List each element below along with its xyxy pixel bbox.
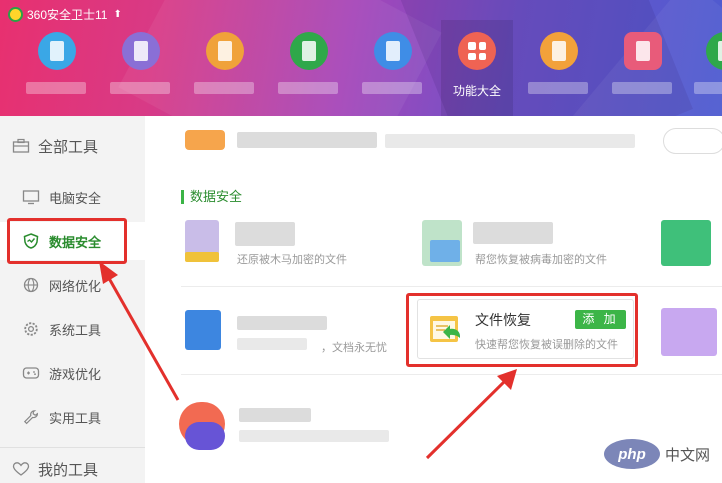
sidebar-all-tools-label: 全部工具 bbox=[38, 138, 99, 156]
tool-name-blurred bbox=[237, 316, 327, 330]
nav-icon-3 bbox=[206, 32, 244, 70]
tool-desc: 还原被木马加密的文件 bbox=[237, 254, 347, 266]
nav-icon-7 bbox=[540, 32, 578, 70]
nav-icon-5 bbox=[374, 32, 412, 70]
sidebar-item-label: 网络优化 bbox=[49, 278, 102, 294]
nav-icon-9 bbox=[706, 32, 722, 70]
sidebar-item-practical-tools[interactable]: 实用工具 bbox=[0, 398, 145, 436]
gear-icon bbox=[24, 322, 38, 336]
heart-icon bbox=[12, 462, 30, 476]
nav-item-3[interactable] bbox=[188, 28, 260, 108]
nav-item-2[interactable] bbox=[104, 28, 176, 108]
tool-desc-blurred bbox=[237, 338, 307, 350]
sidebar-item-computer-security[interactable]: 电脑安全 bbox=[0, 178, 145, 216]
sidebar-item-label: 电脑安全 bbox=[49, 190, 102, 206]
sidebar-item-game-optimize[interactable]: 游戏优化 bbox=[0, 354, 145, 392]
globe-icon bbox=[23, 277, 39, 293]
nav-label-blurred bbox=[694, 82, 722, 94]
sidebar-item-label: 系统工具 bbox=[49, 322, 102, 338]
tool-desc: ，文档永无忧 bbox=[321, 342, 387, 354]
watermark-text: 中文网 bbox=[665, 446, 711, 464]
nav-icon-1 bbox=[38, 32, 76, 70]
tool-action-blurred[interactable] bbox=[663, 128, 722, 154]
tool-icon-blurred bbox=[661, 308, 717, 356]
row-divider bbox=[181, 286, 722, 287]
nav-item-all-functions[interactable]: 功能大全 bbox=[441, 20, 513, 116]
tool-desc-blurred bbox=[385, 134, 635, 148]
nav-item-7[interactable] bbox=[522, 28, 594, 108]
tool-name-blurred bbox=[235, 222, 295, 246]
app-logo-icon bbox=[8, 6, 23, 22]
watermark: php 中文网 bbox=[604, 438, 718, 470]
grid-icon bbox=[458, 32, 496, 70]
tool-desc-blurred bbox=[239, 430, 389, 442]
upgrade-arrow-icon[interactable]: ⬆ bbox=[113, 9, 121, 20]
nav-item-1[interactable] bbox=[20, 28, 92, 108]
nav-label-blurred bbox=[362, 82, 422, 94]
tool-name-blurred bbox=[237, 132, 377, 148]
header-bar: 360安全卫士11 ⬆ 功能大全 bbox=[0, 0, 722, 116]
nav-icon-2 bbox=[122, 32, 160, 70]
nav-label-all-functions: 功能大全 bbox=[452, 84, 501, 98]
tool-name-blurred bbox=[239, 408, 311, 422]
wrench-icon bbox=[23, 410, 39, 425]
nav-item-4[interactable] bbox=[272, 28, 344, 108]
sidebar-item-network-optimize[interactable]: 网络优化 bbox=[0, 266, 145, 304]
tool-desc: 帮您恢复被病毒加密的文件 bbox=[475, 254, 607, 266]
nav-item-5[interactable] bbox=[356, 28, 428, 108]
sidebar-all-tools[interactable]: 全部工具 bbox=[0, 126, 145, 166]
sidebar-item-label: 实用工具 bbox=[49, 410, 102, 426]
tool-name-blurred bbox=[473, 222, 553, 244]
sidebar: 全部工具 电脑安全 数据安全 网络优化 系统工具 游戏优化 实用工具 我的工具 bbox=[0, 116, 145, 483]
nav-icon-8 bbox=[624, 32, 662, 70]
sidebar-item-system-tools[interactable]: 系统工具 bbox=[0, 310, 145, 348]
tool-icon-blurred bbox=[185, 252, 219, 262]
tool-icon-blurred bbox=[185, 422, 225, 450]
nav-label-blurred bbox=[194, 82, 254, 94]
app-title: 360安全卫士11 ⬆ bbox=[8, 5, 122, 23]
nav-label-blurred bbox=[110, 82, 170, 94]
sidebar-divider bbox=[0, 447, 145, 448]
sidebar-my-tools-label: 我的工具 bbox=[38, 461, 99, 479]
nav-item-8[interactable] bbox=[606, 28, 678, 108]
toolbox-icon bbox=[12, 138, 30, 153]
gamepad-icon bbox=[22, 367, 40, 379]
nav-item-9[interactable] bbox=[688, 28, 722, 108]
annotation-box-sidebar bbox=[7, 218, 127, 264]
row-divider bbox=[181, 374, 722, 375]
nav-label-blurred bbox=[26, 82, 86, 94]
section-title-data-security: 数据安全 bbox=[181, 190, 242, 204]
annotation-box-card bbox=[406, 293, 638, 367]
tool-icon-blurred bbox=[185, 130, 225, 150]
nav-label-blurred bbox=[278, 82, 338, 94]
tool-icon-blurred bbox=[185, 310, 221, 350]
tool-icon-blurred bbox=[661, 220, 711, 266]
nav-label-blurred bbox=[528, 82, 588, 94]
nav-label-blurred bbox=[612, 82, 672, 94]
sidebar-item-label: 游戏优化 bbox=[49, 366, 102, 382]
tool-icon-blurred bbox=[430, 240, 460, 262]
watermark-logo: php bbox=[604, 439, 660, 469]
nav-icon-4 bbox=[290, 32, 328, 70]
sidebar-my-tools[interactable]: 我的工具 bbox=[0, 449, 145, 483]
app-title-text: 360安全卫士11 bbox=[27, 7, 108, 22]
monitor-icon bbox=[22, 190, 40, 205]
